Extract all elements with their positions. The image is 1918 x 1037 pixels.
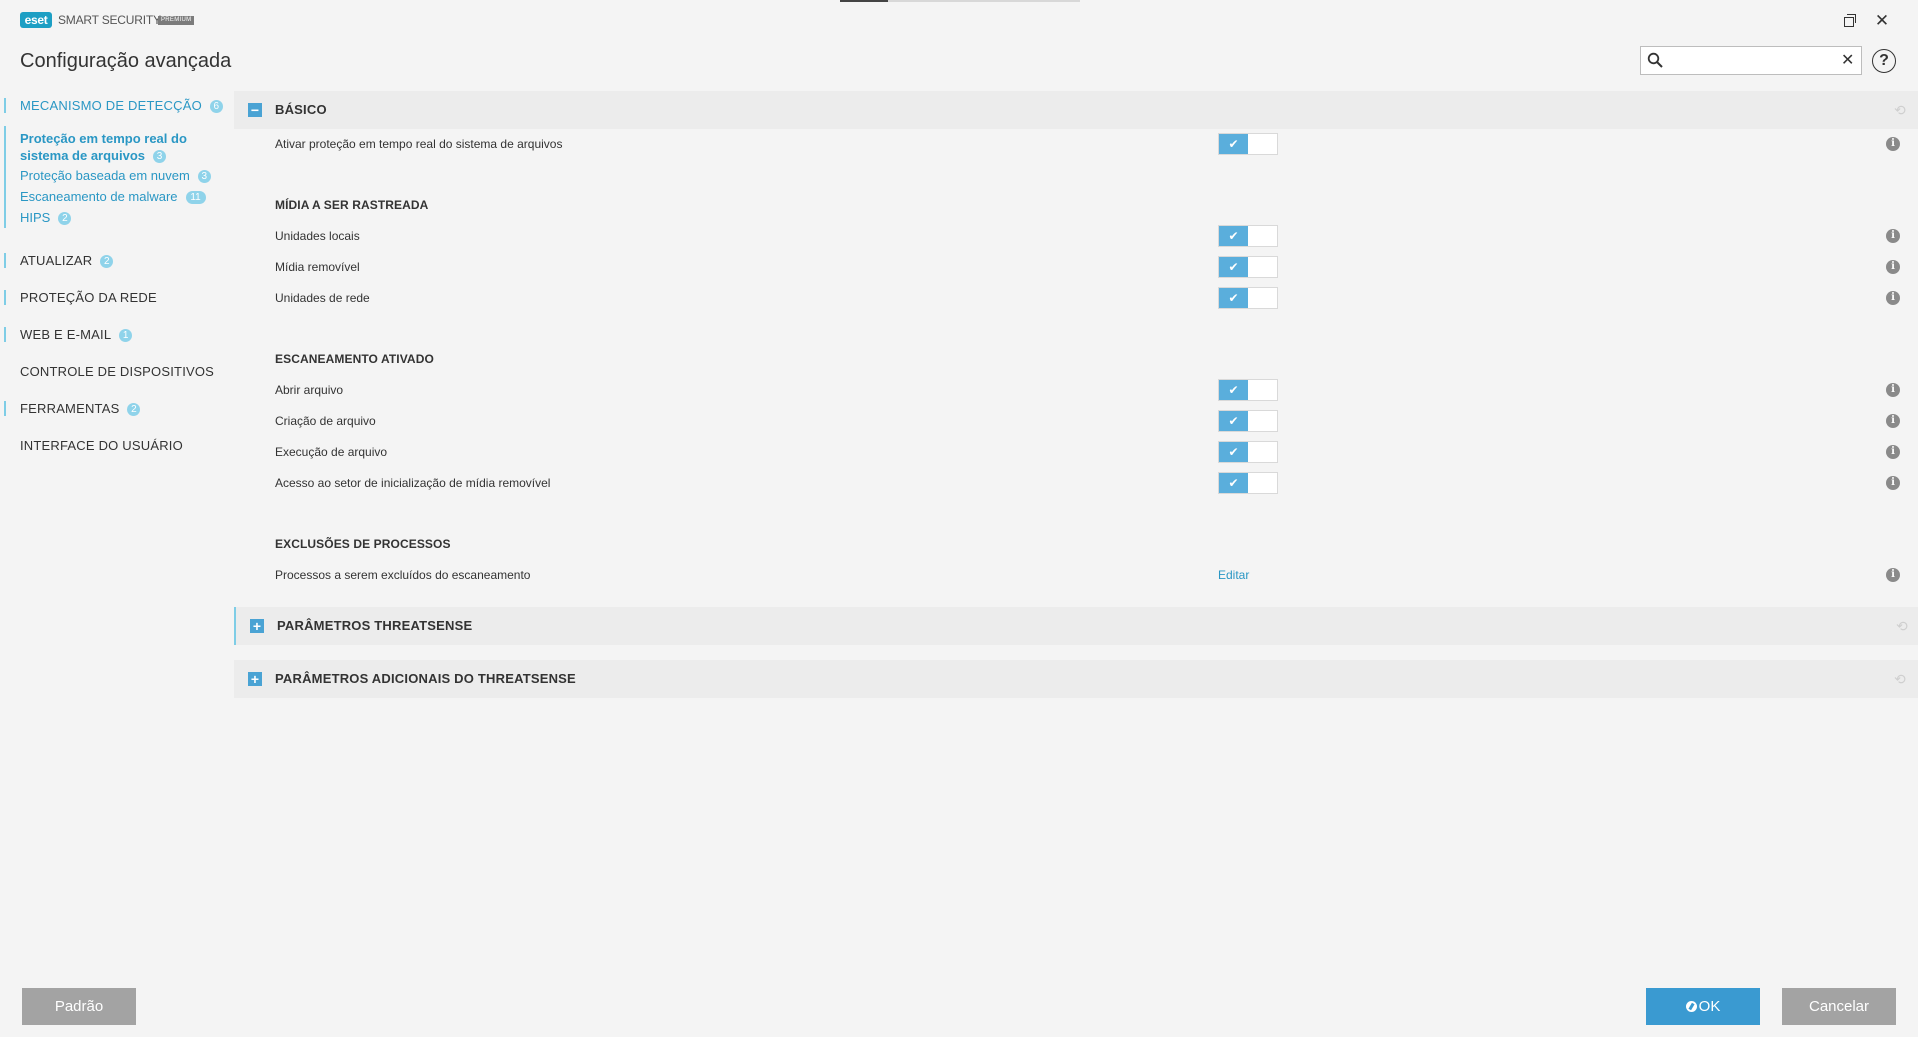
check-icon: ✔ [1219, 411, 1248, 431]
info-icon[interactable]: i [1886, 137, 1900, 151]
top-divider-indicator [840, 0, 888, 2]
sidebar-subgroup-indicator [4, 126, 6, 228]
restore-window-button[interactable] [1838, 10, 1860, 32]
close-window-button[interactable]: ✕ [1871, 10, 1893, 32]
info-icon[interactable]: i [1886, 260, 1900, 274]
section-header-threatsense-additional[interactable]: + PARÂMETROS ADICIONAIS DO THREATSENSE ⟲ [234, 660, 1918, 698]
check-icon: ✔ [1219, 226, 1248, 246]
check-icon: ✔ [1219, 442, 1248, 462]
count-badge: 3 [153, 150, 166, 163]
setting-label: Unidades de rede [275, 291, 370, 305]
toggle-file-creation[interactable]: ✔ [1218, 410, 1278, 432]
setting-label: Mídia removível [275, 260, 360, 274]
info-icon[interactable]: i [1886, 476, 1900, 490]
expand-icon[interactable]: + [250, 619, 264, 633]
edit-exclusions-link[interactable]: Editar [1218, 568, 1249, 582]
info-icon[interactable]: i [1886, 568, 1900, 582]
check-icon: ✔ [1219, 134, 1248, 154]
section-title: BÁSICO [275, 102, 327, 117]
count-badge: 3 [197, 170, 211, 183]
section-title: PARÂMETROS THREATSENSE [277, 618, 473, 633]
count-badge: 1 [119, 329, 133, 342]
setting-label: Abrir arquivo [275, 383, 344, 397]
title-bar [0, 0, 1918, 40]
sidebar-subitem-realtime-protection[interactable]: Proteção em tempo real do sistema de arq… [20, 130, 187, 164]
count-badge: 6 [209, 100, 223, 113]
section-header-threatsense[interactable]: + PARÂMETROS THREATSENSE ⟲ [234, 607, 1918, 645]
toggle-removable-media[interactable]: ✔ [1218, 256, 1278, 278]
info-icon[interactable]: i [1886, 445, 1900, 459]
reset-icon[interactable]: ⟲ [1894, 102, 1906, 119]
sidebar-item-network-protection[interactable]: PROTEÇÃO DA REDE [4, 290, 157, 305]
count-badge: 2 [58, 212, 72, 225]
edition-badge: PREMIUM [158, 16, 195, 25]
search-input[interactable] [1669, 51, 1833, 72]
help-icon[interactable]: ? [1872, 49, 1896, 73]
sidebar-item-web-email[interactable]: WEB E E-MAIL 1 [4, 327, 133, 342]
sidebar-subitem-hips[interactable]: HIPS 2 [20, 210, 72, 225]
shield-icon [1685, 1001, 1697, 1012]
expand-icon[interactable]: + [248, 672, 262, 686]
toggle-local-drives[interactable]: ✔ [1218, 225, 1278, 247]
reset-icon[interactable]: ⟲ [1894, 671, 1906, 688]
section-header-basic[interactable]: − BÁSICO ⟲ [234, 91, 1918, 129]
default-button[interactable]: Padrão [22, 988, 136, 1025]
info-icon[interactable]: i [1886, 414, 1900, 428]
sidebar-subitem-cloud-protection[interactable]: Proteção baseada em nuvem 3 [20, 168, 211, 183]
group-title: ESCANEAMENTO ATIVADO [275, 352, 434, 366]
check-icon: ✔ [1219, 257, 1248, 277]
reset-icon[interactable]: ⟲ [1896, 618, 1908, 635]
toggle-enable-realtime[interactable]: ✔ [1218, 133, 1278, 155]
group-title: EXCLUSÕES DE PROCESSOS [275, 537, 451, 551]
check-icon: ✔ [1219, 288, 1248, 308]
count-badge: 2 [100, 255, 114, 268]
count-badge: 2 [127, 403, 141, 416]
toggle-boot-sector-access[interactable]: ✔ [1218, 472, 1278, 494]
toggle-file-open[interactable]: ✔ [1218, 379, 1278, 401]
setting-label: Unidades locais [275, 229, 360, 243]
toggle-file-execution[interactable]: ✔ [1218, 441, 1278, 463]
info-icon[interactable]: i [1886, 291, 1900, 305]
search-box[interactable]: ✕ [1640, 46, 1862, 75]
sidebar-item-tools[interactable]: FERRAMENTAS 2 [4, 401, 141, 416]
check-icon: ✔ [1219, 380, 1248, 400]
toggle-network-drives[interactable]: ✔ [1218, 287, 1278, 309]
check-icon: ✔ [1219, 473, 1248, 493]
info-icon[interactable]: i [1886, 229, 1900, 243]
setting-label: Criação de arquivo [275, 414, 376, 428]
search-icon [1647, 52, 1663, 68]
info-icon[interactable]: i [1886, 383, 1900, 397]
sidebar-item-user-interface[interactable]: INTERFACE DO USUÁRIO [4, 438, 183, 453]
sidebar-subitem-malware-scan[interactable]: Escaneamento de malware 11 [20, 189, 206, 204]
cancel-button[interactable]: Cancelar [1782, 988, 1896, 1025]
count-badge: 11 [185, 191, 206, 204]
product-name: SMART SECURITY [58, 13, 161, 27]
close-icon: ✕ [1874, 11, 1890, 30]
setting-label: Processos a serem excluídos do escaneame… [275, 568, 531, 582]
setting-label: Ativar proteção em tempo real do sistema… [275, 137, 563, 151]
sidebar-item-detection-engine[interactable]: MECANISMO DE DETECÇÃO 6 [4, 98, 223, 113]
clear-search-icon[interactable]: ✕ [1841, 50, 1854, 70]
ok-button[interactable]: OK [1646, 988, 1760, 1025]
section-title: PARÂMETROS ADICIONAIS DO THREATSENSE [275, 671, 576, 686]
setting-label: Acesso ao setor de inicialização de mídi… [275, 476, 551, 490]
eset-logo: eset [20, 12, 52, 28]
page-title: Configuração avançada [20, 50, 232, 72]
collapse-icon[interactable]: − [248, 103, 262, 117]
setting-label: Execução de arquivo [275, 445, 388, 459]
group-title: MÍDIA A SER RASTREADA [275, 198, 429, 212]
sidebar-item-update[interactable]: ATUALIZAR 2 [4, 253, 114, 268]
sidebar-item-device-control[interactable]: CONTROLE DE DISPOSITIVOS [4, 364, 214, 379]
